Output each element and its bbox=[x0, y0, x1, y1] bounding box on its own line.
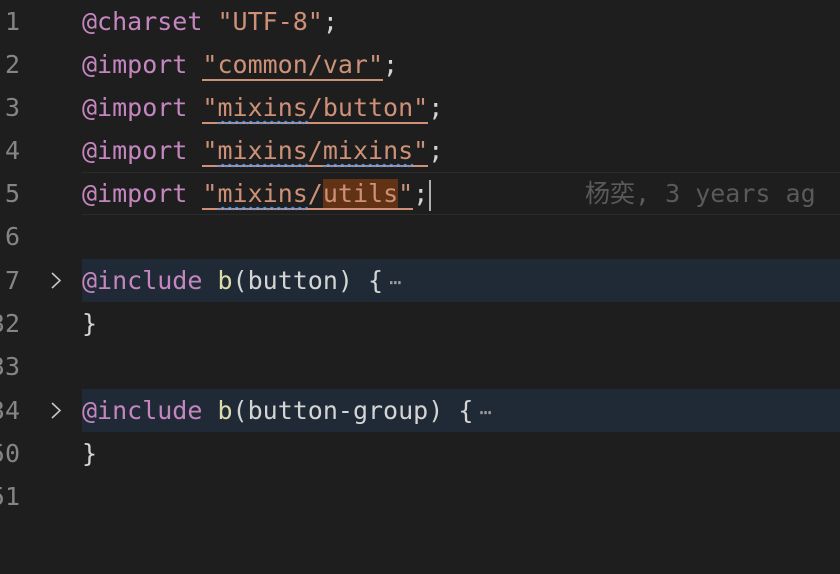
code-token: @import bbox=[82, 136, 188, 165]
line-code[interactable]: @include b(button-group) {⋯ bbox=[82, 389, 491, 434]
editor-line[interactable]: 1 @charset "UTF-8"; bbox=[0, 0, 840, 43]
code-token: ; bbox=[428, 93, 444, 122]
code-token: " bbox=[202, 179, 218, 210]
code-token: " bbox=[202, 93, 218, 124]
code-token: ; bbox=[428, 136, 444, 165]
code-token: mixins bbox=[322, 136, 414, 167]
code-token: "UTF-8" bbox=[217, 7, 323, 36]
fold-ellipsis[interactable]: ⋯ bbox=[479, 400, 491, 424]
code-token: "common/var" bbox=[202, 50, 384, 81]
fold-ellipsis[interactable]: ⋯ bbox=[389, 270, 401, 294]
code-token: utils bbox=[322, 179, 399, 210]
editor-line[interactable]: 33 bbox=[0, 345, 840, 388]
code-token: ; bbox=[413, 179, 429, 208]
line-number-label: 7 bbox=[4, 266, 20, 295]
code-token: mixins bbox=[217, 136, 308, 167]
code-token: b bbox=[217, 266, 233, 295]
line-number-label: 51 bbox=[0, 482, 20, 511]
code-token: (button-group) { bbox=[232, 396, 474, 425]
code-token: / bbox=[307, 136, 323, 167]
line-code[interactable]: @import "mixins/mixins"; bbox=[82, 129, 443, 172]
line-code[interactable]: } bbox=[82, 302, 97, 345]
editor-line[interactable]: 32} bbox=[0, 302, 840, 345]
code-token: @import bbox=[82, 179, 188, 208]
code-token: ; bbox=[383, 50, 399, 79]
line-number-label: 6 bbox=[4, 222, 20, 251]
code-token: ; bbox=[322, 7, 338, 36]
line-code[interactable]: } bbox=[82, 432, 97, 475]
line-number-label: 34 bbox=[0, 396, 20, 425]
editor-line[interactable]: 2 @import "common/var"; bbox=[0, 43, 840, 86]
line-number-label: 1 bbox=[4, 7, 20, 36]
code-token: mixins bbox=[217, 179, 308, 210]
code-token: } bbox=[82, 439, 98, 468]
code-token: (button) { bbox=[232, 266, 384, 295]
code-token: @include bbox=[82, 396, 203, 425]
chevron-right-icon[interactable] bbox=[46, 389, 68, 432]
code-token: / bbox=[307, 179, 323, 210]
code-token: b bbox=[217, 396, 233, 425]
line-number-label: 5 bbox=[4, 179, 20, 208]
editor-line[interactable]: 4 @import "mixins/mixins"; bbox=[0, 129, 840, 172]
line-code[interactable]: @charset "UTF-8"; bbox=[82, 0, 338, 43]
line-number-label: 32 bbox=[0, 309, 20, 338]
line-number-label: 2 bbox=[4, 50, 20, 79]
line-code[interactable]: @import "mixins/utils"; bbox=[82, 172, 432, 215]
editor-line[interactable]: 3 @import "mixins/button"; bbox=[0, 86, 840, 129]
git-blame-annotation: 杨奕, 3 years ag bbox=[585, 179, 816, 208]
line-code[interactable]: @import "common/var"; bbox=[82, 43, 398, 86]
code-editor[interactable]: 1 @charset "UTF-8"; 2 @import "common/var";… bbox=[0, 0, 840, 574]
code-token: mixins bbox=[217, 93, 308, 124]
line-code[interactable]: @include b(button) {⋯ bbox=[82, 259, 401, 304]
line-code[interactable]: @import "mixins/button"; bbox=[82, 86, 443, 129]
editor-line[interactable]: 5 @import "mixins/utils"; 杨奕, 3 years ag bbox=[0, 172, 840, 215]
code-token: " bbox=[202, 136, 218, 167]
code-token: " bbox=[413, 136, 429, 167]
text-cursor bbox=[429, 179, 432, 211]
chevron-right-icon[interactable] bbox=[46, 259, 68, 302]
line-number-label: 33 bbox=[0, 352, 20, 381]
editor-line[interactable]: 6 bbox=[0, 215, 840, 258]
code-token: " bbox=[398, 179, 414, 210]
line-number-label: 3 bbox=[4, 93, 20, 122]
code-token: /button" bbox=[307, 93, 429, 124]
code-token: @include bbox=[82, 266, 203, 295]
code-token: @charset bbox=[82, 7, 203, 36]
editor-line[interactable]: 34 @include b(button-group) {⋯ bbox=[0, 389, 840, 432]
editor-line[interactable]: 50} bbox=[0, 432, 840, 475]
editor-line[interactable]: 51 bbox=[0, 475, 840, 518]
line-number-label: 50 bbox=[0, 439, 20, 468]
code-token: @import bbox=[82, 50, 188, 79]
code-token: @import bbox=[82, 93, 188, 122]
editor-line[interactable]: 7 @include b(button) {⋯ bbox=[0, 259, 840, 302]
line-number-label: 4 bbox=[4, 136, 20, 165]
code-token: } bbox=[82, 309, 98, 338]
